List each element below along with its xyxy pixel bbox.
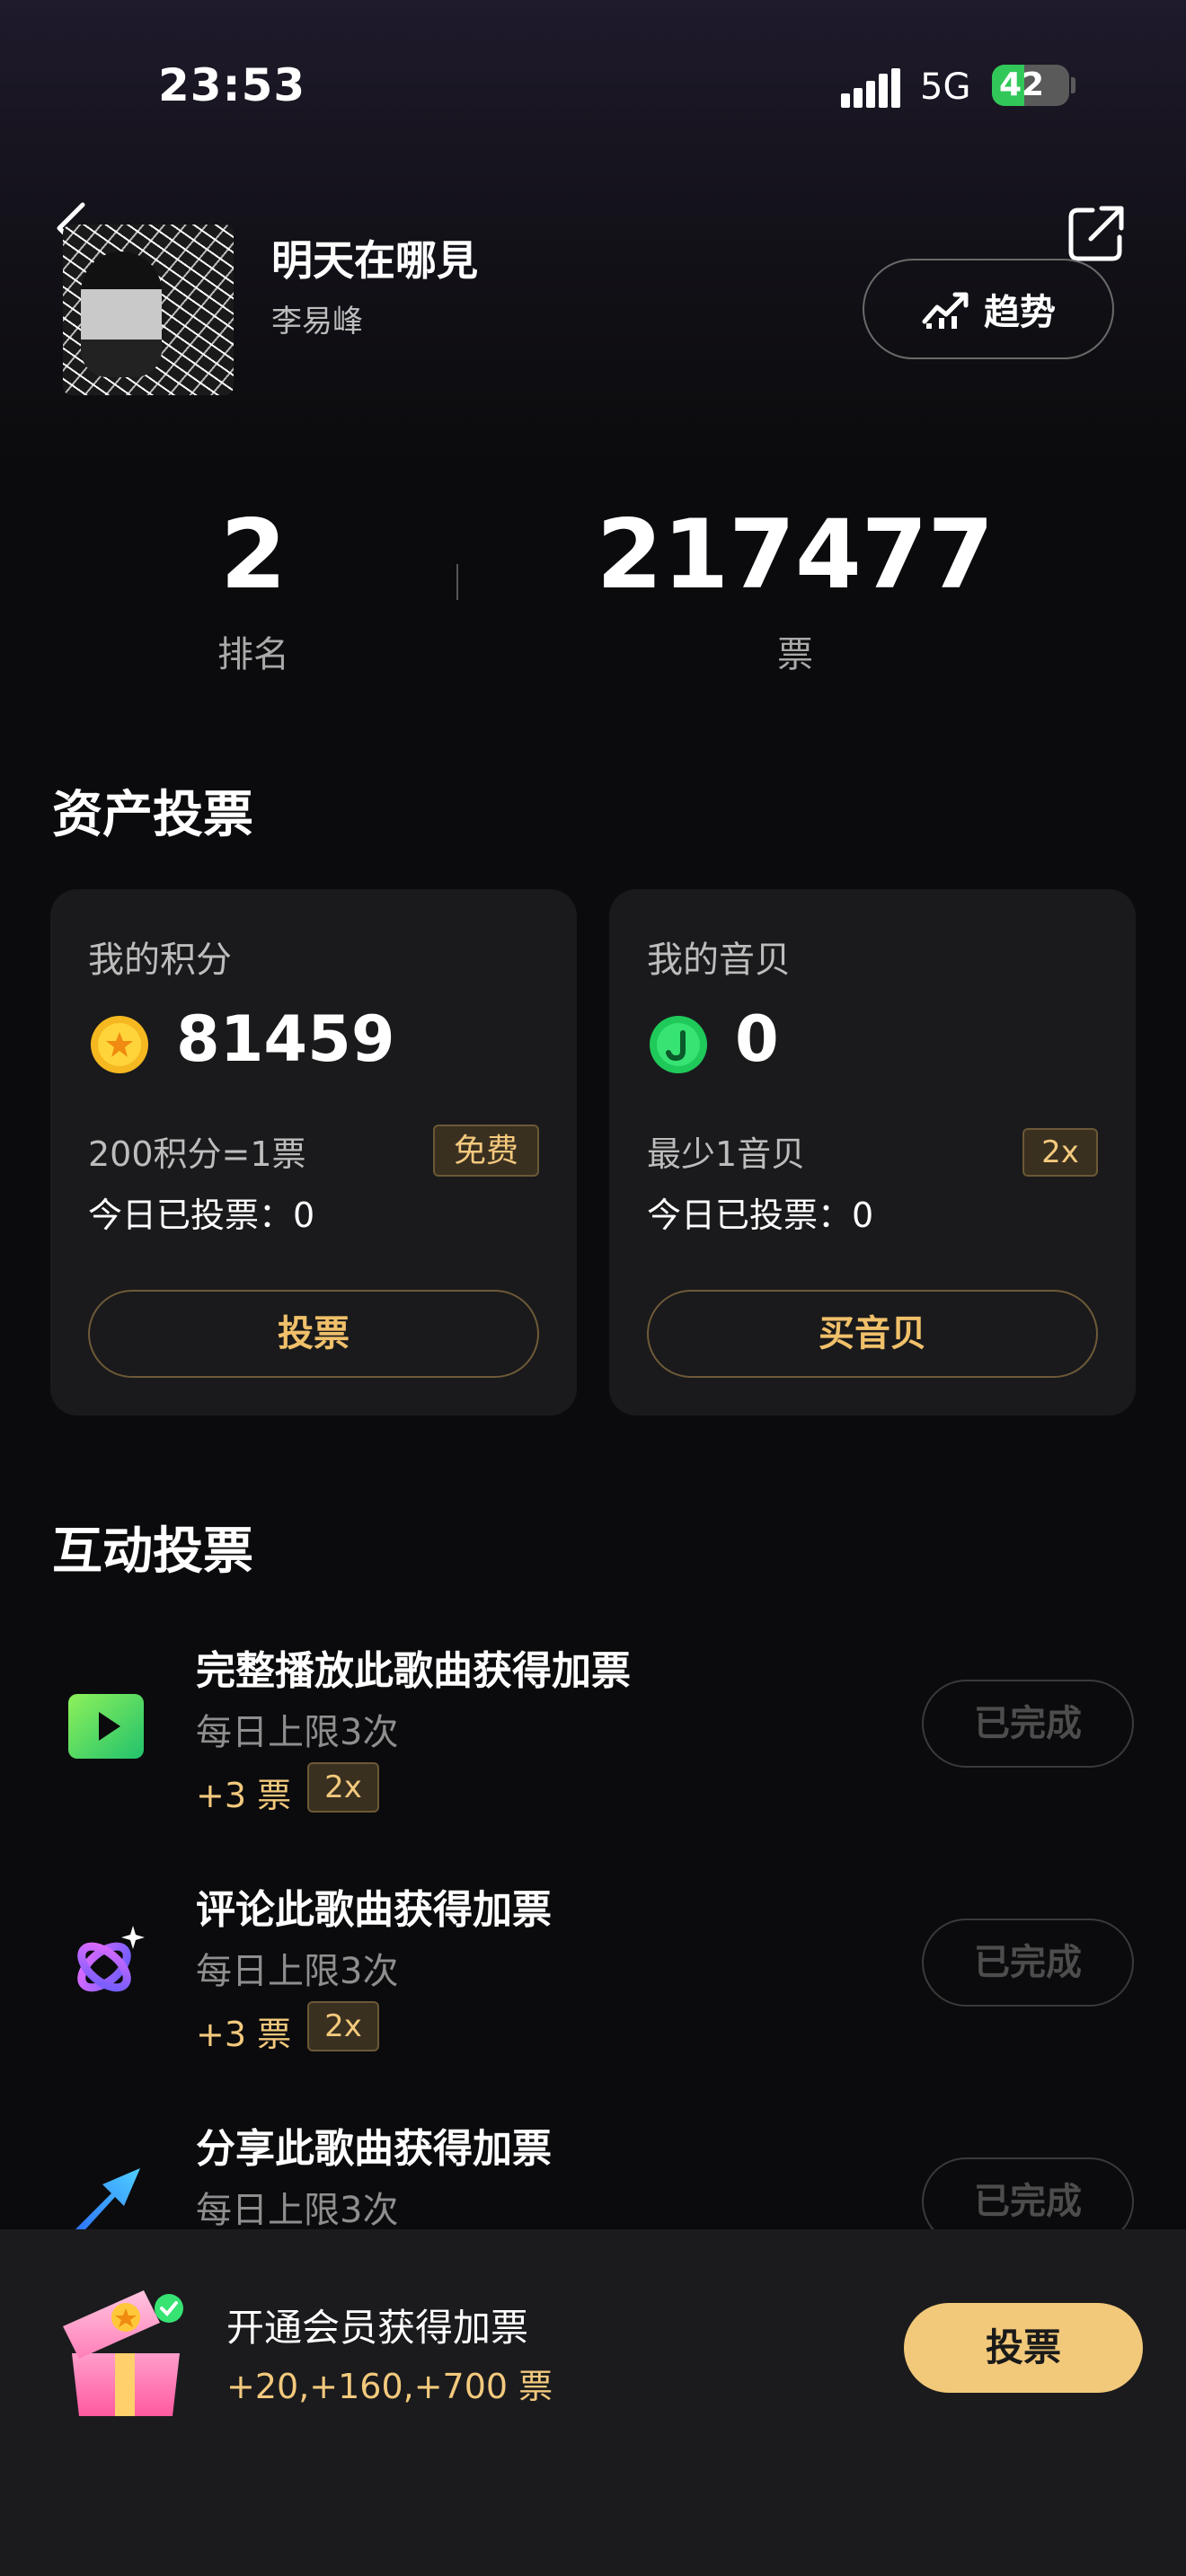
signal-icon bbox=[841, 68, 902, 108]
share-icon[interactable] bbox=[1066, 201, 1128, 264]
comment-sparkle-icon bbox=[77, 1926, 145, 1992]
rank-value: 2 bbox=[220, 499, 287, 610]
battery-icon: 42 bbox=[992, 65, 1069, 106]
play-icon bbox=[68, 1694, 144, 1759]
buy-yinbei-button[interactable]: 买音贝 bbox=[647, 1290, 1098, 1378]
coin-rate: 最少1音贝 bbox=[647, 1134, 806, 1174]
task-title-comment: 评论此歌曲获得加票 bbox=[196, 1887, 552, 1933]
gift-box-icon bbox=[63, 2290, 183, 2416]
battery-level: 42 bbox=[999, 66, 1045, 103]
task-limit-share: 每日上限3次 bbox=[196, 2190, 399, 2231]
trend-chart-icon bbox=[922, 292, 969, 329]
task-bonus-comment: +3 票 bbox=[196, 2015, 292, 2054]
coin-card: 我的音贝 0 最少1音贝 2x 今日已投票：0 买音贝 bbox=[609, 889, 1136, 1416]
votes-value: 217477 bbox=[596, 499, 995, 610]
task-limit-play: 每日上限3次 bbox=[196, 1712, 399, 1753]
vote-points-button[interactable]: 投票 bbox=[88, 1290, 539, 1378]
vote-main-button[interactable]: 投票 bbox=[904, 2303, 1143, 2393]
song-title: 明天在哪見 bbox=[271, 236, 478, 285]
yinbei-coin-icon bbox=[650, 1016, 707, 1073]
multiplier-badge: 2x bbox=[1022, 1128, 1098, 1177]
interactive-voting-title: 互动投票 bbox=[52, 1522, 253, 1581]
task-bonus-play: +3 票 bbox=[196, 1776, 292, 1815]
votes-label: 票 bbox=[777, 634, 813, 675]
points-value: 81459 bbox=[176, 1002, 395, 1076]
trend-button[interactable]: 趋势 bbox=[863, 259, 1114, 359]
artist-name[interactable]: 李易峰 bbox=[271, 296, 363, 340]
stats-divider bbox=[456, 564, 458, 600]
task-multiplier-play: 2x bbox=[307, 1762, 379, 1813]
asset-voting-title: 资产投票 bbox=[52, 786, 253, 844]
promo-title: 开通会员获得加票 bbox=[226, 2306, 529, 2350]
battery-cap bbox=[1071, 77, 1075, 93]
points-coin-icon bbox=[91, 1016, 148, 1073]
points-rate: 200积分=1票 bbox=[88, 1134, 306, 1174]
coin-card-title: 我的音贝 bbox=[647, 940, 791, 981]
trend-label: 趋势 bbox=[984, 292, 1056, 333]
free-badge: 免费 bbox=[433, 1125, 539, 1177]
task-multiplier-comment: 2x bbox=[307, 2001, 379, 2051]
coin-today: 今日已投票：0 bbox=[647, 1195, 874, 1235]
coin-value: 0 bbox=[735, 1002, 779, 1076]
status-time: 23:53 bbox=[158, 59, 306, 111]
rank-label: 排名 bbox=[217, 634, 289, 675]
promo-bonus: +20,+160,+700 票 bbox=[226, 2367, 553, 2406]
task-title-share: 分享此歌曲获得加票 bbox=[196, 2126, 552, 2172]
task-limit-comment: 每日上限3次 bbox=[196, 1951, 399, 1992]
task-done-button-comment[interactable]: 已完成 bbox=[922, 1919, 1134, 2007]
network-type: 5G bbox=[920, 66, 971, 108]
task-title-play: 完整播放此歌曲获得加票 bbox=[196, 1648, 631, 1694]
points-card-title: 我的积分 bbox=[88, 940, 232, 981]
points-card: 我的积分 81459 200积分=1票 免费 今日已投票：0 投票 bbox=[50, 889, 577, 1416]
points-today: 今日已投票：0 bbox=[88, 1195, 315, 1235]
album-cover[interactable] bbox=[63, 225, 234, 395]
task-done-button-play[interactable]: 已完成 bbox=[922, 1680, 1134, 1768]
